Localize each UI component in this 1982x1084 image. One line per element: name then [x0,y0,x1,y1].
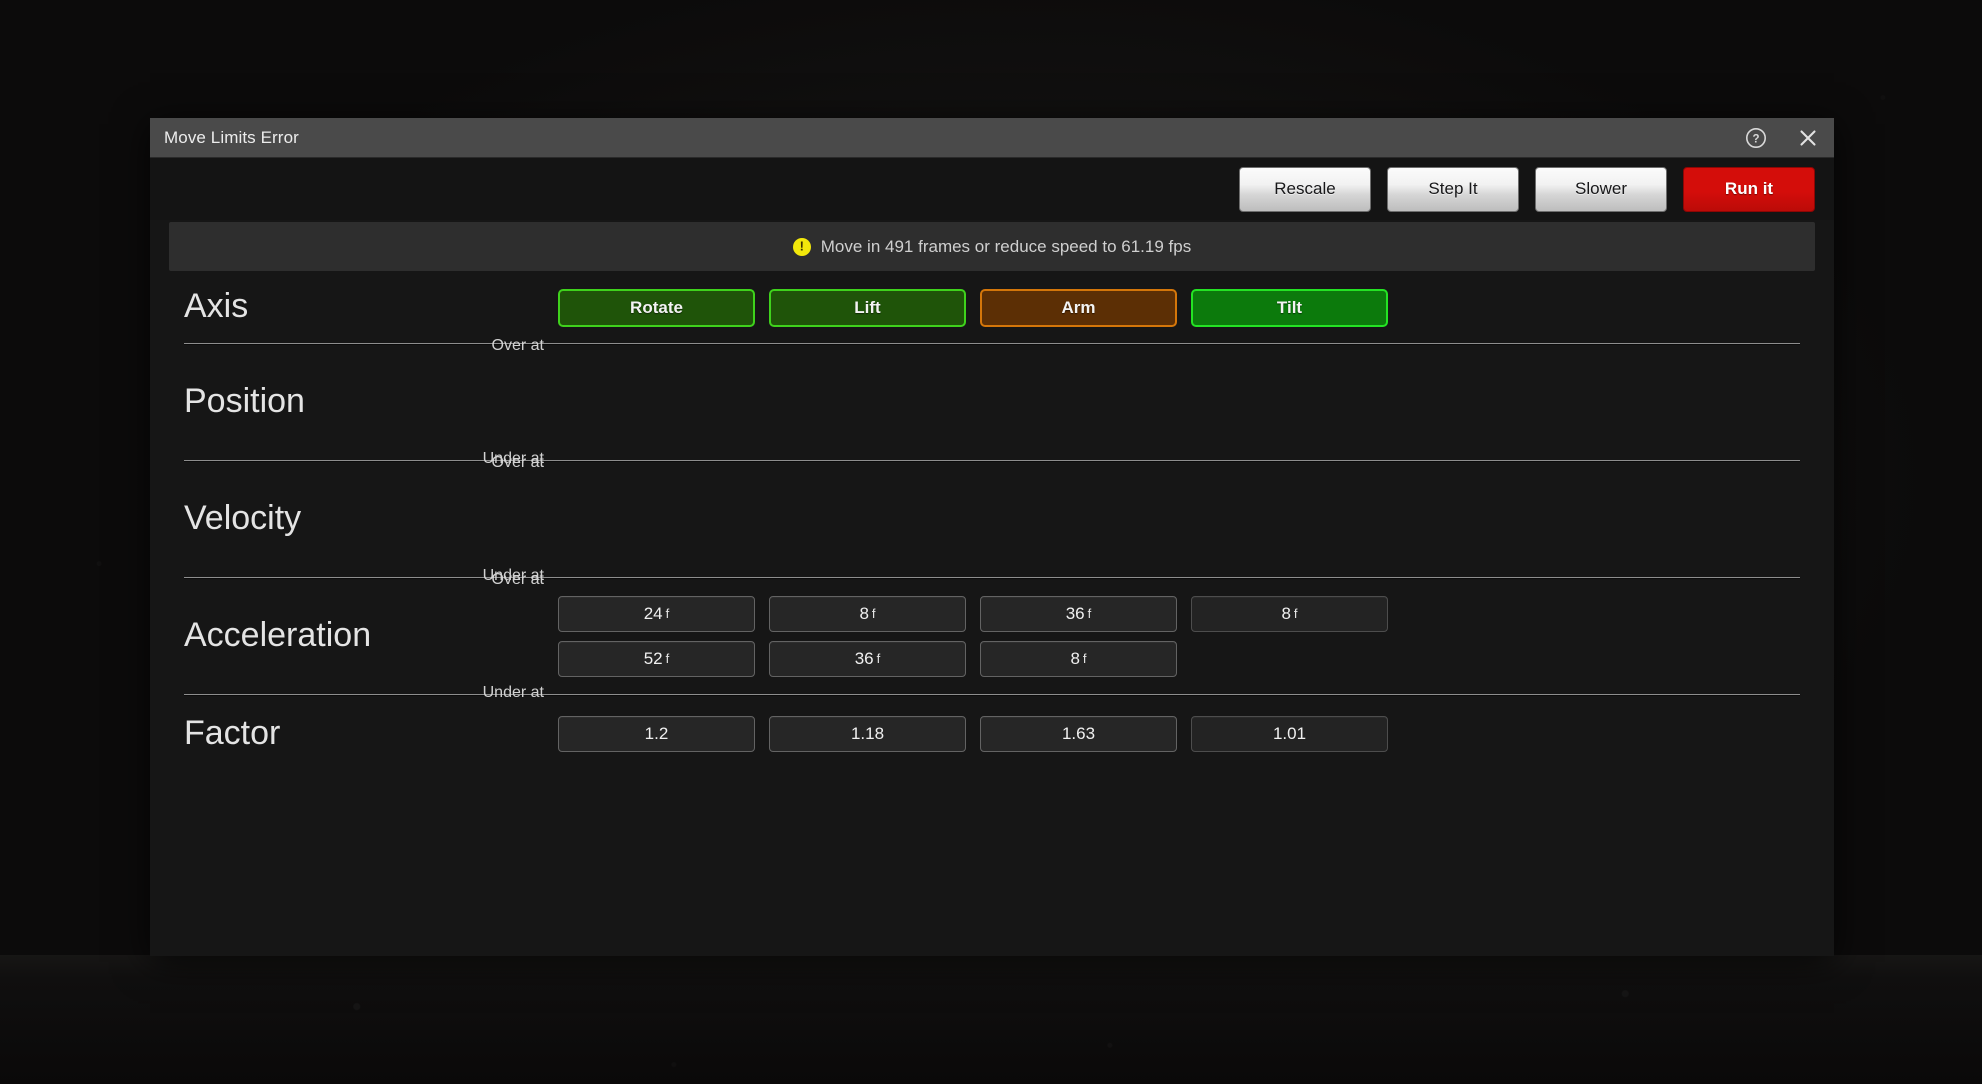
axis-buttons-area: Rotate Lift Arm Tilt [558,289,1815,327]
title-bar[interactable]: Move Limits Error ? [150,118,1834,158]
position-over-field-2 [980,362,1177,398]
step-it-button[interactable]: Step It [1387,166,1519,212]
velocity-under-field-2 [980,524,1177,560]
velocity-fields-area [558,479,1815,560]
position-under-field-2 [980,407,1177,443]
axis-button-arm[interactable]: Arm [980,289,1177,327]
row-position: Position Over at Under at [169,337,1815,467]
position-under-field-0 [558,407,755,443]
acceleration-over-value-1: 8 [859,603,869,623]
velocity-under-field-3 [1191,524,1388,560]
acceleration-under-unit-1: f [876,651,881,666]
position-over-field-0 [558,362,755,398]
acceleration-under-field-0[interactable]: 52 f [558,640,755,677]
acceleration-under-field-2[interactable]: 8 f [980,640,1177,677]
row-title-axis: Axis [184,287,249,326]
acceleration-under-line: 52 f 36 f 8 f [558,640,1815,677]
slower-button[interactable]: Slower [1535,166,1667,212]
position-over-field-3 [1191,362,1388,398]
acceleration-under-value-0: 52 [643,648,663,668]
acceleration-over-unit-0: f [665,606,670,621]
acceleration-under-field-3 [1191,641,1388,677]
acceleration-under-unit-0: f [665,651,670,666]
acceleration-fields-area: 24 f 8 f 36 f 8 f 52 f 36 f 8 f [558,595,1815,677]
velocity-under-field-1 [769,524,966,560]
velocity-over-field-1 [769,479,966,515]
acceleration-over-field-3[interactable]: 8 f [1191,595,1388,632]
acceleration-under-field-1[interactable]: 36 f [769,640,966,677]
position-under-line [558,407,1815,443]
row-title-acceleration: Acceleration [184,616,372,655]
acceleration-over-line: 24 f 8 f 36 f 8 f [558,595,1815,632]
row-title-position: Position [184,382,305,421]
position-over-field-1 [769,362,966,398]
factor-field-0[interactable]: 1.2 [558,716,755,752]
acceleration-over-value-2: 36 [1065,603,1085,623]
row-title-factor: Factor [184,714,281,753]
velocity-over-field-2 [980,479,1177,515]
position-under-field-1 [769,407,966,443]
position-over-line [558,362,1815,398]
factor-field-1[interactable]: 1.18 [769,716,966,752]
toolbar: Rescale Step It Slower Run it [150,158,1834,220]
factor-field-3[interactable]: 1.01 [1191,716,1388,752]
limits-grid: Axis Rotate Lift Arm Tilt Position Over … [150,271,1834,956]
acceleration-over-label: Over at [491,570,544,588]
factor-line: 1.2 1.18 1.63 1.01 [558,716,1815,752]
acceleration-over-unit-1: f [871,606,876,621]
axis-button-lift[interactable]: Lift [769,289,966,327]
position-under-field-3 [1191,407,1388,443]
warning-icon: ! [792,237,811,256]
acceleration-over-field-1[interactable]: 8 f [769,595,966,632]
desktop-floor [0,955,1982,1084]
row-velocity: Velocity Over at Under at [169,454,1815,584]
svg-text:?: ? [1752,133,1759,145]
warning-message-text: Move in 491 frames or reduce speed to 61… [820,236,1192,256]
velocity-under-field-0 [558,524,755,560]
warning-glyph: ! [799,238,804,254]
velocity-under-line [558,524,1815,560]
acceleration-over-value-3: 8 [1281,603,1291,623]
velocity-over-field-3 [1191,479,1388,515]
axis-buttons-line: Rotate Lift Arm Tilt [558,289,1815,327]
velocity-over-line [558,479,1815,515]
rescale-button[interactable]: Rescale [1239,166,1371,212]
acceleration-over-field-2[interactable]: 36 f [980,595,1177,632]
row-acceleration: Acceleration Over at Under at 24 f 8 f 3… [169,571,1815,701]
position-over-label: Over at [491,336,544,354]
axis-button-tilt[interactable]: Tilt [1191,289,1388,327]
acceleration-over-unit-2: f [1087,606,1092,621]
factor-fields-area: 1.2 1.18 1.63 1.01 [558,716,1815,752]
run-it-button[interactable]: Run it [1683,166,1815,212]
acceleration-over-value-0: 24 [643,603,663,623]
axis-button-rotate[interactable]: Rotate [558,289,755,327]
position-fields-area [558,362,1815,443]
velocity-over-field-0 [558,479,755,515]
factor-field-2[interactable]: 1.63 [980,716,1177,752]
close-icon[interactable] [1782,118,1834,158]
move-limits-error-dialog: Move Limits Error ? Rescale Step It Slow… [150,118,1834,956]
acceleration-under-value-1: 36 [854,648,874,668]
row-axis: Axis Rotate Lift Arm Tilt [169,271,1815,343]
acceleration-under-unit-2: f [1082,651,1087,666]
warning-message-bar: ! Move in 491 frames or reduce speed to … [169,222,1815,271]
help-circle-icon[interactable]: ? [1730,118,1782,158]
row-factor: Factor 1.2 1.18 1.63 1.01 [169,695,1815,773]
acceleration-over-field-0[interactable]: 24 f [558,595,755,632]
window-title: Move Limits Error [164,127,299,147]
acceleration-under-value-2: 8 [1070,648,1080,668]
velocity-over-label: Over at [491,453,544,471]
row-title-velocity: Velocity [184,499,302,538]
acceleration-over-unit-3: f [1293,606,1298,621]
